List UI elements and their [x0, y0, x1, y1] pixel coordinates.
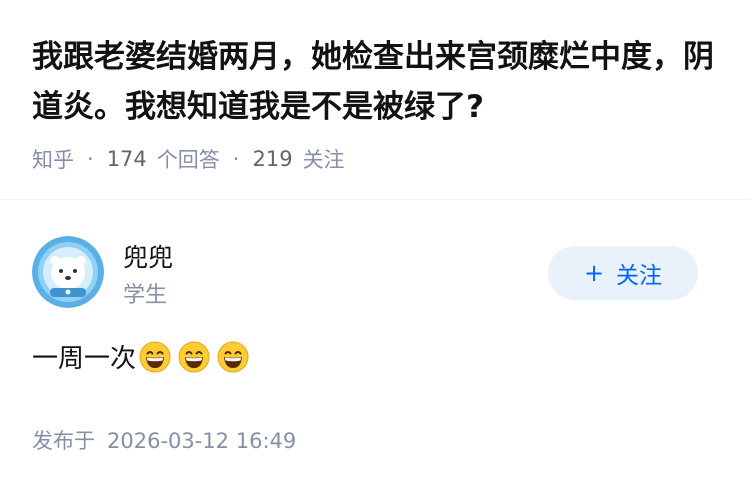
- publish-info: 发布于 2026-03-12 16:49: [32, 425, 296, 455]
- author-avatar[interactable]: [32, 236, 104, 308]
- author-headline: 学生: [123, 283, 168, 308]
- follower-count: 219: [252, 147, 293, 171]
- answer-content: 一周一次: [32, 338, 249, 375]
- published-time: 2026-03-12 16:49: [107, 429, 297, 453]
- separator-dot: ·: [87, 147, 94, 171]
- answer-count: 174: [106, 147, 147, 171]
- grinning-face-emoji-icon: [139, 341, 171, 372]
- author-name[interactable]: 兜兜: [123, 238, 173, 274]
- polar-bear-astronaut-avatar-icon: [32, 236, 104, 308]
- follower-count-label[interactable]: 关注: [303, 144, 345, 174]
- answer-text: 一周一次: [32, 344, 137, 374]
- plus-icon: +: [583, 259, 605, 287]
- grinning-face-emoji-icon: [217, 341, 249, 372]
- answer-page: 我跟老婆结婚两月，她检查出来宫颈糜烂中度，阴道炎。我想知道我是不是被绿了? 知乎…: [0, 0, 750, 490]
- source-label[interactable]: 知乎: [32, 144, 74, 174]
- grinning-face-emoji-icon: [178, 341, 210, 372]
- divider: [0, 199, 750, 200]
- question-meta: 知乎 · 174 个回答 · 219 关注: [32, 144, 345, 174]
- follow-button[interactable]: + 关注: [548, 246, 698, 300]
- follow-button-label: 关注: [616, 263, 663, 289]
- answer-count-label[interactable]: 个回答: [157, 144, 220, 174]
- published-label: 发布于: [32, 429, 95, 453]
- separator-dot: ·: [232, 147, 240, 171]
- question-title[interactable]: 我跟老婆结婚两月，她检查出来宫颈糜烂中度，阴道炎。我想知道我是不是被绿了?: [32, 32, 732, 132]
